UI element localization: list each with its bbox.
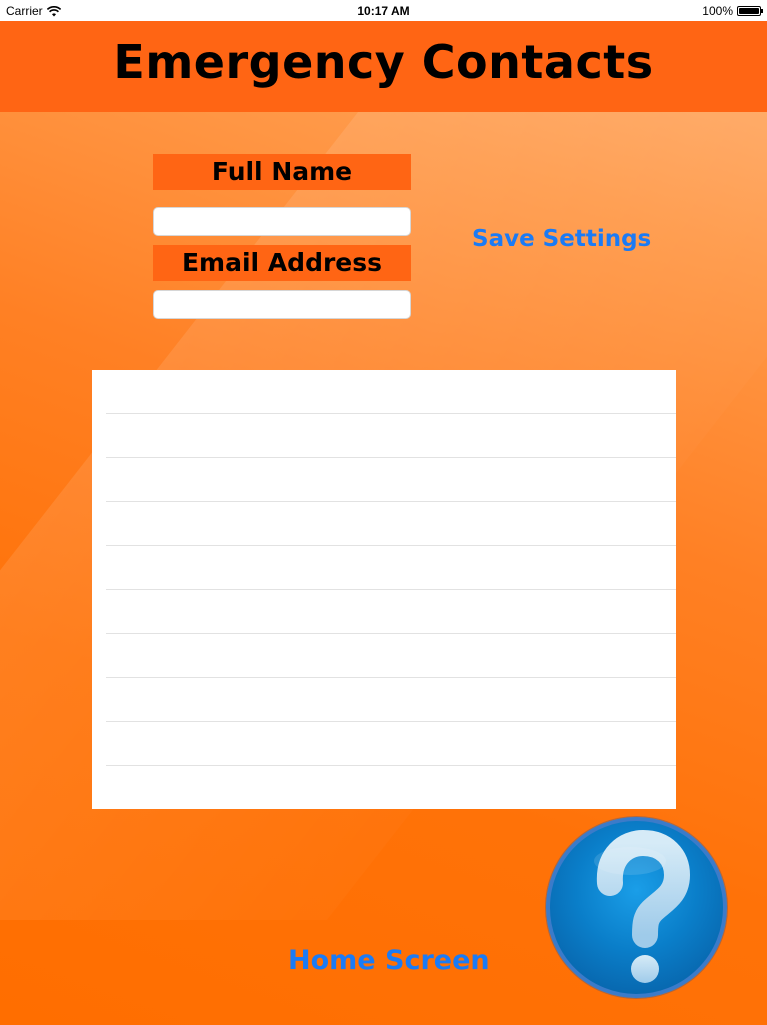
home-screen-button[interactable]: Home Screen: [288, 945, 490, 976]
table-row[interactable]: [92, 678, 676, 722]
battery-percent: 100%: [702, 4, 733, 18]
table-row[interactable]: [92, 722, 676, 766]
table-row[interactable]: [92, 634, 676, 678]
table-row[interactable]: [92, 546, 676, 590]
table-row[interactable]: [92, 458, 676, 502]
table-row[interactable]: [92, 590, 676, 634]
table-row[interactable]: [92, 766, 676, 809]
full-name-label: Full Name: [153, 154, 411, 190]
battery-icon: [737, 6, 763, 16]
table-row[interactable]: [92, 502, 676, 546]
battery-group: 100%: [702, 4, 763, 18]
battery-level-fill: [739, 8, 759, 14]
full-name-field[interactable]: [153, 207, 411, 236]
status-time: 10:17 AM: [357, 4, 410, 18]
question-mark-icon: [594, 829, 691, 983]
page-title: Emergency Contacts: [113, 35, 654, 89]
emergency-contacts-page: { "status_bar": { "carrier": "Carrier", …: [0, 0, 767, 1025]
title-bar: Emergency Contacts: [0, 21, 767, 112]
save-settings-button[interactable]: Save Settings: [472, 226, 651, 252]
status-bar: Carrier 10:17 AM 100%: [0, 0, 767, 21]
email-field[interactable]: [153, 290, 411, 319]
table-row[interactable]: [92, 414, 676, 458]
help-button[interactable]: [546, 817, 727, 998]
table-row[interactable]: [92, 370, 676, 414]
email-address-label: Email Address: [153, 245, 411, 281]
contacts-table[interactable]: [92, 370, 676, 809]
